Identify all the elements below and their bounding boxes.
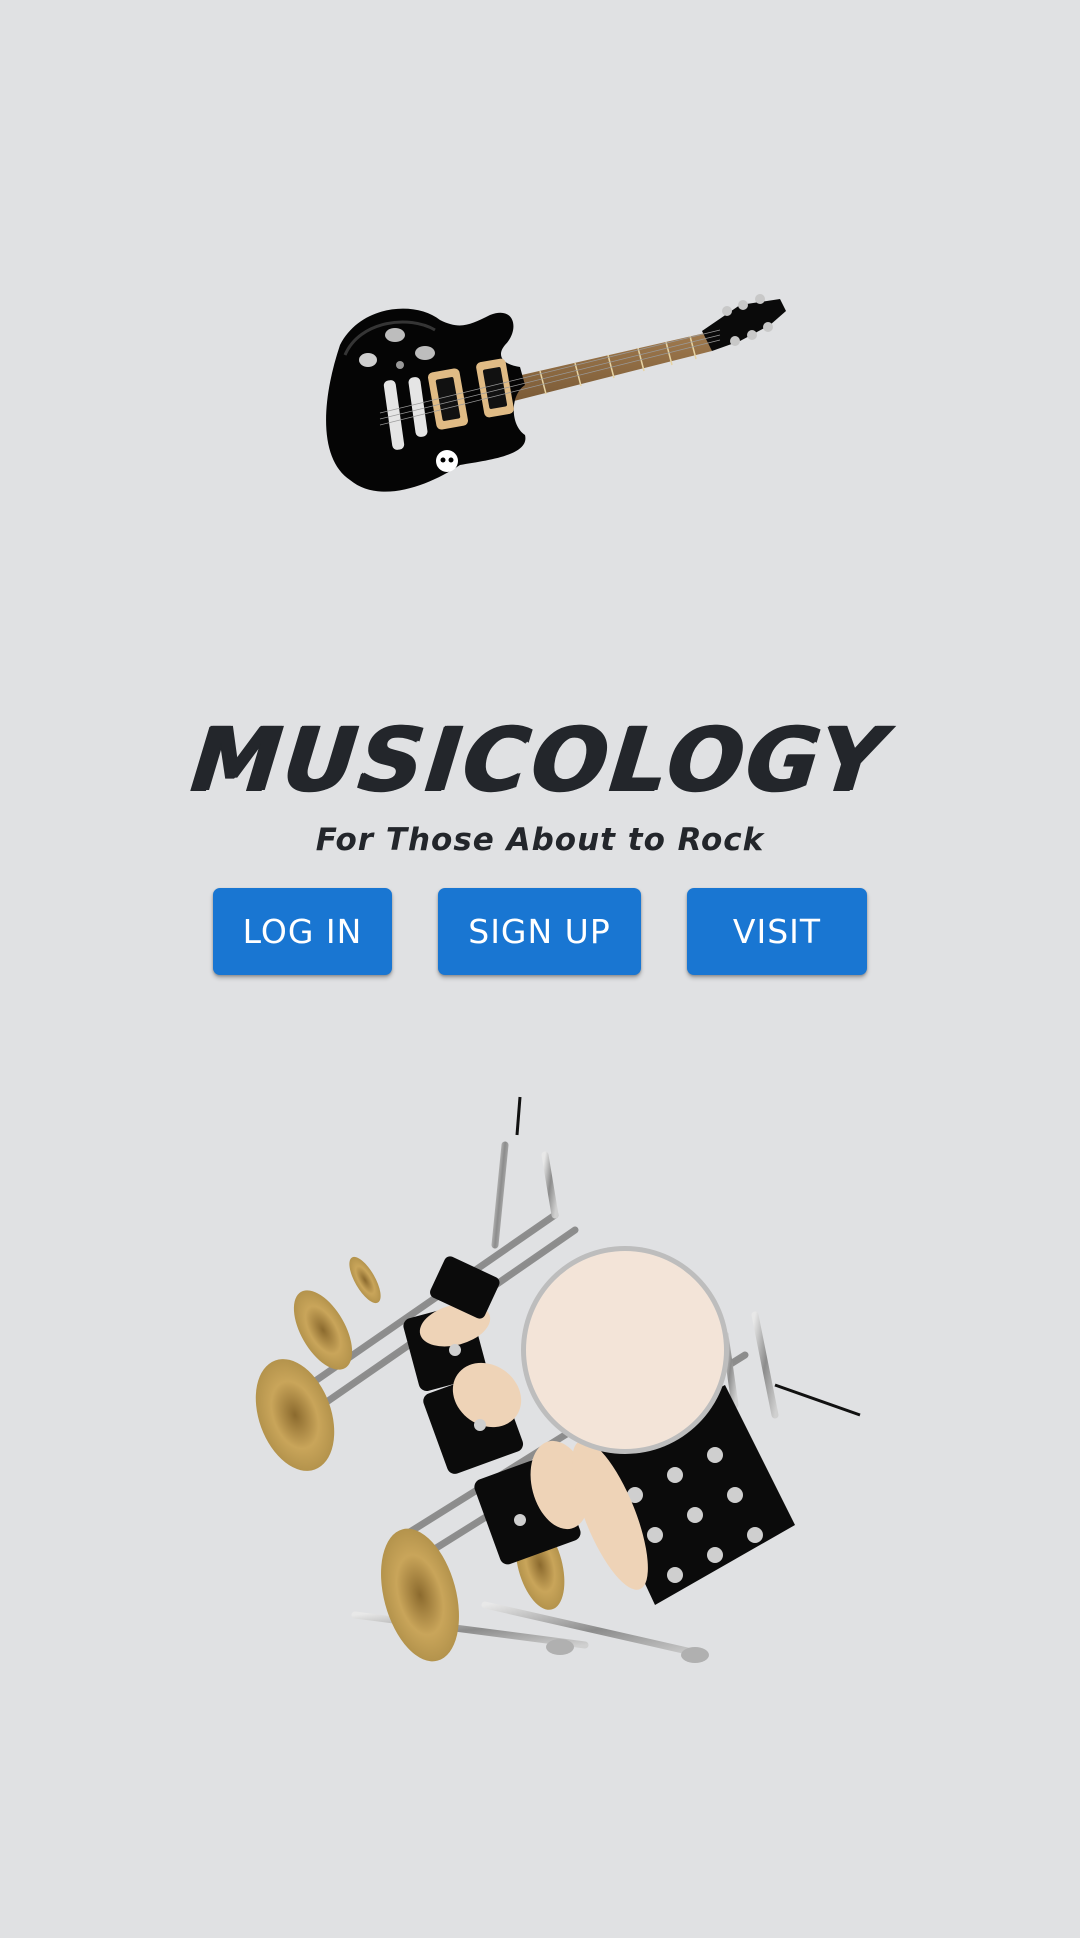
app-title: MUSICOLOGY xyxy=(187,708,893,811)
log-in-button[interactable]: LOG IN xyxy=(213,888,392,975)
landing-page: MUSICOLOGY For Those About to Rock LOG I… xyxy=(0,0,1080,1938)
drum-kit-illustration xyxy=(255,1085,875,1685)
visit-button[interactable]: VISIT xyxy=(687,888,867,975)
guitar-illustration xyxy=(320,285,790,525)
guitar-icon xyxy=(326,294,786,492)
sign-up-button[interactable]: SIGN UP xyxy=(438,888,641,975)
action-button-group: LOG IN SIGN UP VISIT xyxy=(0,888,1080,975)
app-tagline: For Those About to Rock xyxy=(315,822,765,858)
drum-kit-icon xyxy=(255,1096,861,1663)
